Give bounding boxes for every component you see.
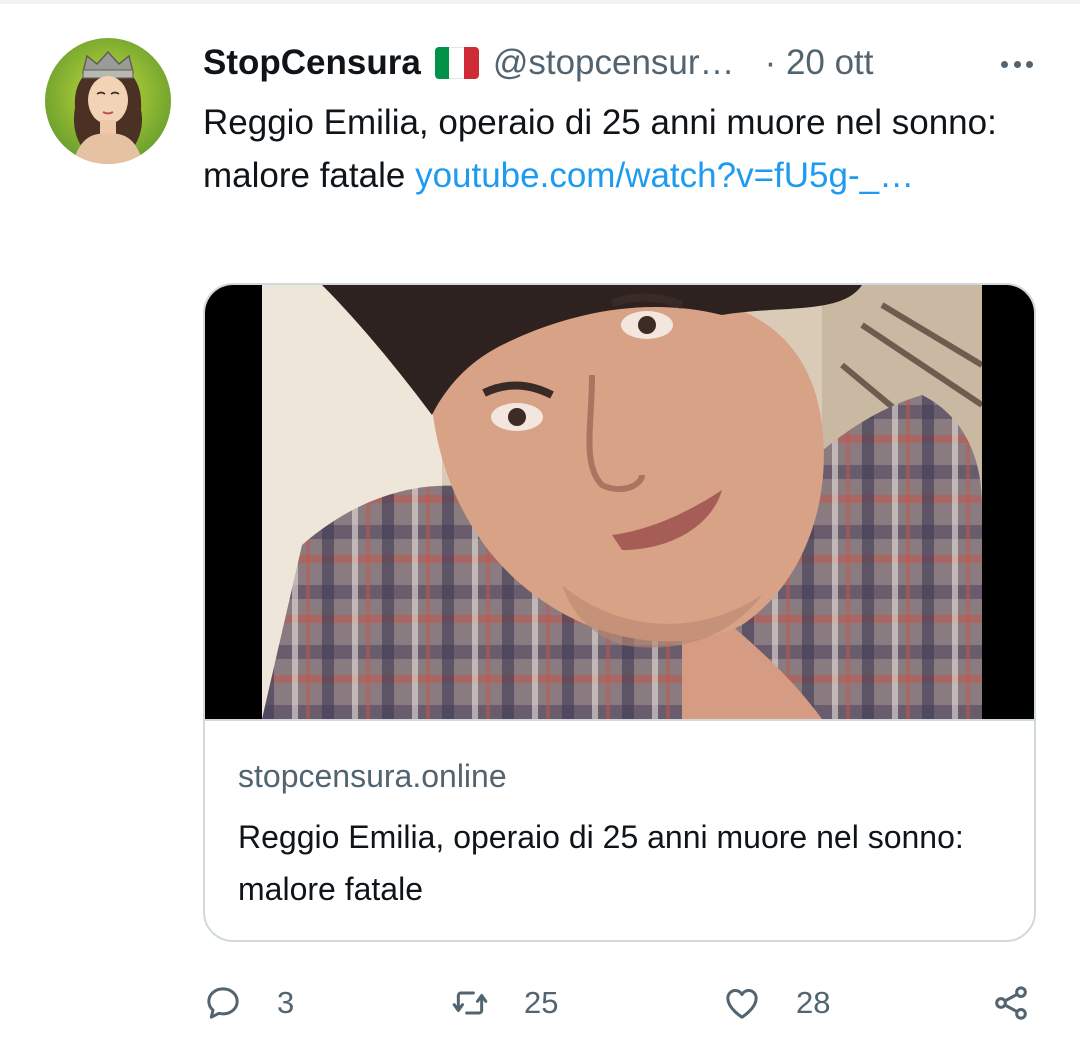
card-divider (205, 719, 1034, 721)
avatar-image (73, 50, 143, 164)
retweet-icon (452, 991, 488, 1014)
tweet-link[interactable]: youtube.com/watch?v=fU5g-_… (415, 156, 914, 195)
author-display-name[interactable]: StopCensura (203, 43, 421, 83)
tweet-body: Reggio Emilia, operaio di 25 anni muore … (203, 96, 1003, 202)
tweet-timestamp[interactable]: · 20 ott (765, 43, 874, 83)
like-button[interactable]: 28 (722, 980, 830, 1025)
card-title: Reggio Emilia, operaio di 25 anni muore … (238, 819, 964, 907)
card-domain: stopcensura.online (238, 758, 507, 794)
reply-count: 3 (277, 984, 295, 1020)
reply-button[interactable]: 3 (203, 980, 294, 1025)
retweet-button[interactable]: 25 (450, 980, 558, 1025)
more-horizontal-icon[interactable] (999, 46, 1035, 82)
top-divider (0, 0, 1080, 4)
tweet-header: StopCensura @stopcensur… · 20 ott (203, 40, 1043, 86)
avatar[interactable] (45, 38, 171, 164)
card-thumbnail (262, 285, 982, 719)
like-count: 28 (796, 984, 831, 1020)
italy-flag-icon (434, 47, 479, 79)
share-icon (995, 985, 1027, 1020)
link-preview-card[interactable]: stopcensura.online Reggio Emilia, operai… (203, 283, 1036, 942)
reply-bubble-icon (207, 986, 239, 1019)
tweet-actions: 3 25 28 (0, 980, 1080, 1025)
retweet-count: 25 (524, 984, 559, 1020)
card-media[interactable] (205, 285, 1034, 719)
share-button[interactable] (991, 980, 1031, 1025)
heart-icon (726, 988, 758, 1019)
author-handle[interactable]: @stopcensur… (493, 43, 735, 83)
